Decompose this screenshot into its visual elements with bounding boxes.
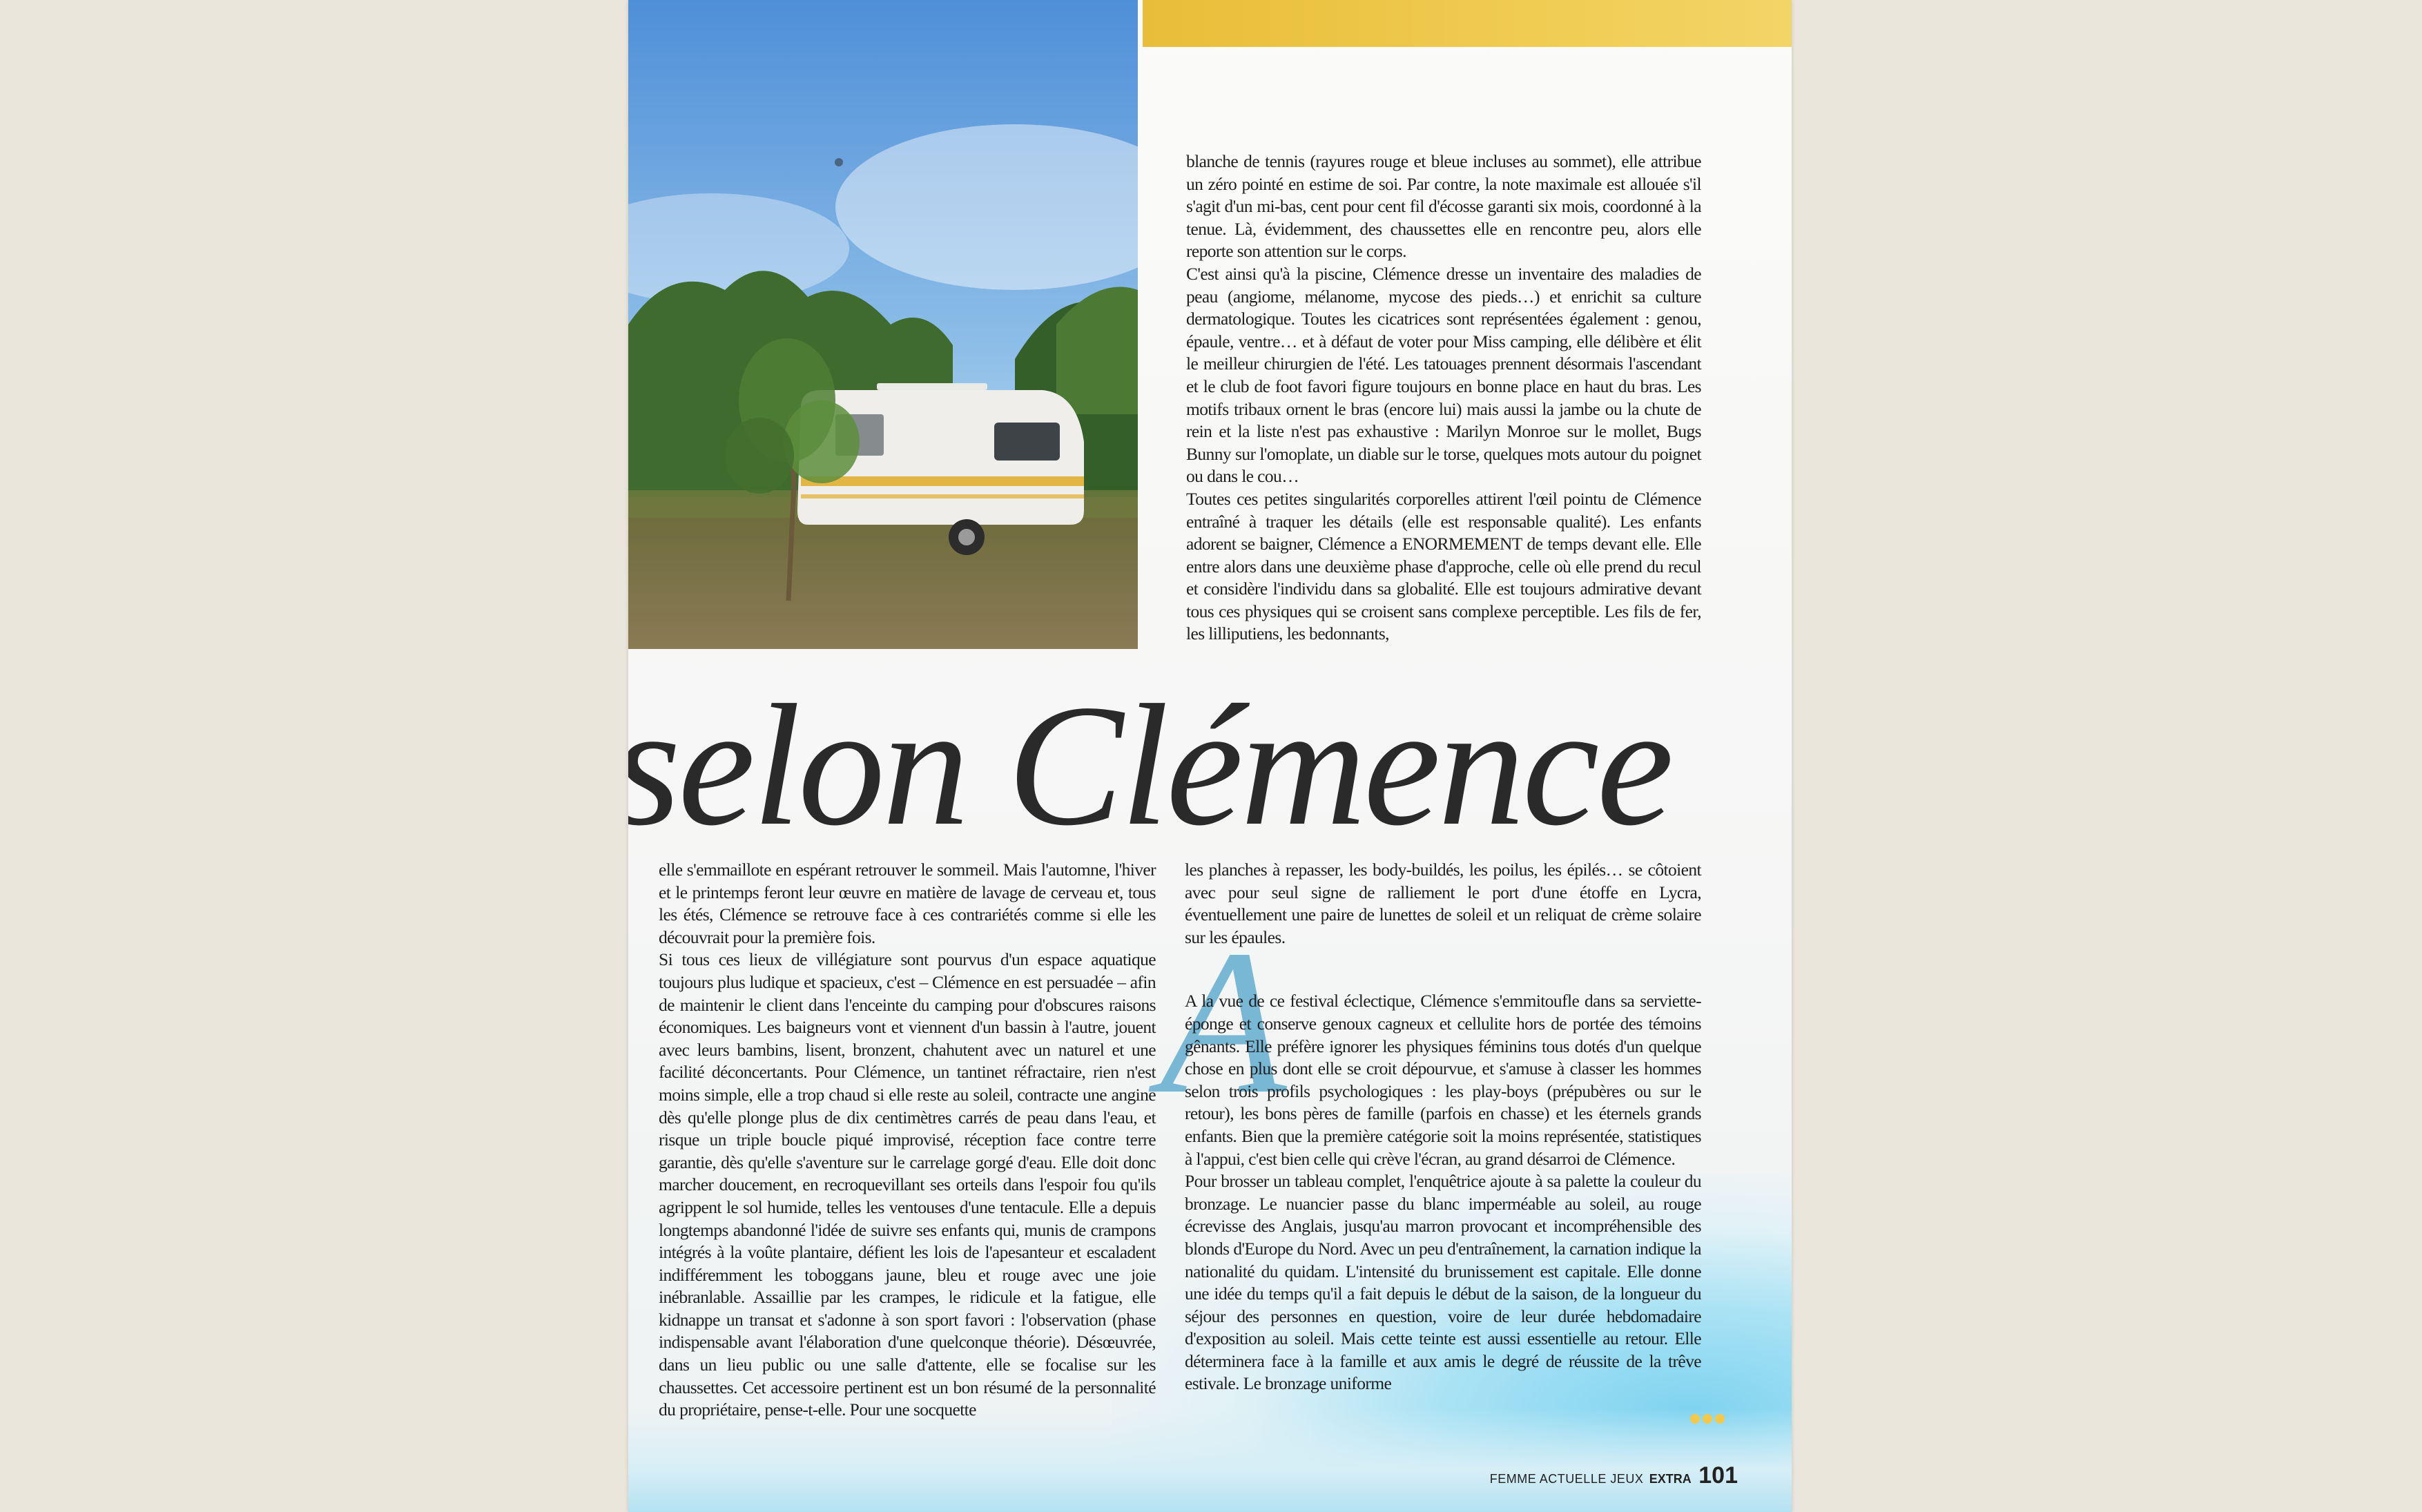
paragraph: blanche de tennis (rayures rouge et bleu… xyxy=(1186,151,1702,644)
text-column-top-right: blanche de tennis (rayures rouge et bleu… xyxy=(1186,151,1702,646)
water-background-bottom xyxy=(628,1408,1792,1512)
magazine-name: FEMME ACTUELLE JEUX xyxy=(1489,1472,1644,1486)
magazine-extra: EXTRA xyxy=(1649,1472,1692,1486)
article-headline: selon Clémence xyxy=(628,668,1674,862)
decorative-dots xyxy=(1690,1414,1727,1427)
paragraph: A la vue de ce festival éclectique, Clém… xyxy=(1185,991,1702,1394)
page-footer: FEMME ACTUELLE JEUX EXTRA 101 xyxy=(1490,1462,1738,1489)
paragraph: les planches à repasser, les body-buildé… xyxy=(1185,860,1702,947)
dot xyxy=(1690,1414,1700,1424)
dot xyxy=(1715,1414,1725,1424)
magazine-page: blanche de tennis (rayures rouge et bleu… xyxy=(628,0,1792,1512)
text-column-bottom-left: elle s'emmaillote en espérant retrouver … xyxy=(659,859,1156,1422)
page-number: 101 xyxy=(1698,1462,1738,1489)
dot xyxy=(1703,1414,1712,1424)
text-column-bottom-right: les planches à repasser, les body-buildé… xyxy=(1185,859,1702,1395)
yellow-header-band xyxy=(1143,0,1792,47)
paragraph: elle s'emmaillote en espérant retrouver … xyxy=(659,860,1156,1420)
caravan-photo xyxy=(628,0,1138,649)
